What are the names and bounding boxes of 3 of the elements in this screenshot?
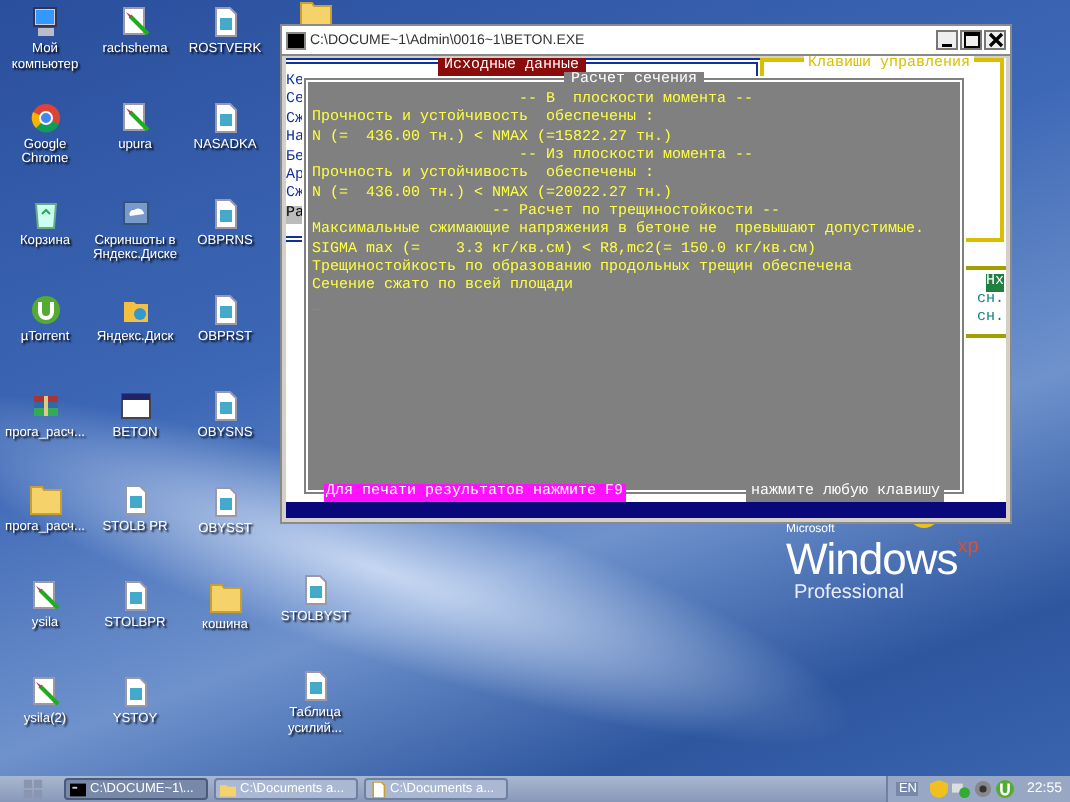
- logo-edition: Professional: [794, 582, 907, 604]
- logo-version: xp: [957, 538, 979, 558]
- logo-product: Windows: [786, 538, 958, 582]
